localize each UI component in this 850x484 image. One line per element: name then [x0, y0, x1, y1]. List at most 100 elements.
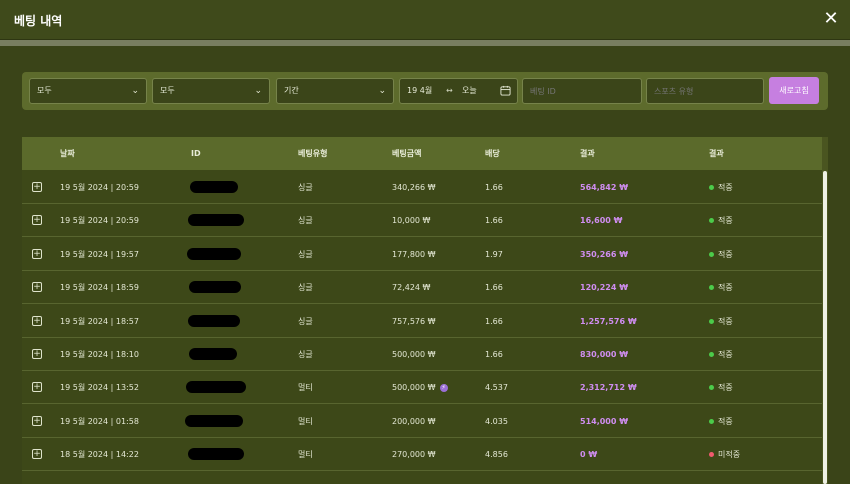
redacted-bet-id	[189, 348, 237, 360]
row-payout: 514,000 ₩	[580, 416, 629, 426]
bolt-badge-icon: ⚡	[439, 383, 448, 392]
filter-select-1[interactable]: 모두 ⌄	[29, 78, 147, 104]
row-payout: 830,000 ₩	[580, 350, 629, 359]
row-status-label: 적중	[718, 183, 733, 192]
row-status-label: 적중	[718, 216, 733, 226]
row-payout: 120,224 ₩	[580, 283, 629, 293]
row-stake-value: 177,800 ₩	[392, 249, 436, 259]
redacted-bet-id	[186, 381, 246, 394]
calendar-icon[interactable]	[500, 85, 511, 96]
row-odds: 4.035	[485, 416, 508, 426]
expand-plus-icon[interactable]: +	[32, 349, 42, 359]
chevron-down-icon: ⌄	[254, 86, 262, 96]
period-select[interactable]: 기간 ⌄	[276, 78, 394, 104]
bet-id-input[interactable]	[522, 78, 642, 104]
expand-plus-icon[interactable]: +	[32, 382, 42, 393]
refresh-button[interactable]: 새로고침	[769, 77, 819, 104]
redacted-bet-id	[185, 414, 243, 427]
row-bet-type: 멀티	[298, 383, 313, 393]
table-row[interactable]: +19 5월 2024 | 18:10 싱글 500,000 ₩ 1.66 830,00…	[22, 338, 822, 371]
expand-plus-icon[interactable]: +	[32, 282, 42, 293]
period-select-value: 기간	[284, 86, 299, 95]
scrollbar-thumb[interactable]	[823, 171, 827, 484]
status-dot-icon	[709, 285, 714, 291]
table-row[interactable]: +19 5월 2024 | 18:57 싱글 757,576 ₩ 1.66 1,257,…	[22, 305, 822, 338]
redacted-bet-id	[190, 181, 238, 193]
row-payout: 350,266 ₩	[580, 249, 629, 259]
row-stake: 757,576 ₩	[392, 305, 436, 338]
expand-plus-icon[interactable]: +	[32, 415, 42, 426]
row-status: 적중	[709, 371, 733, 404]
row-date: 19 5월 2024 | 19:57	[60, 249, 139, 259]
table-row[interactable]: +19 5월 2024 | 19:57 싱글 177,800 ₩ 1.97 350,26…	[22, 238, 822, 271]
table-row[interactable]: +18 5월 2024 | 14:22 멀티 270,000 ₩ 4.856 0 ₩ 미적…	[22, 438, 822, 472]
row-stake: 500,000 ₩ ⚡	[392, 371, 448, 404]
modal-title: 베팅 내역	[14, 14, 63, 28]
status-dot-icon	[709, 352, 714, 357]
table-row[interactable]: +19 5월 2024 | 13:52 멀티 500,000 ₩ ⚡ 4.537 2,31…	[22, 371, 822, 405]
table-row[interactable]: +19 5월 2024 | 01:58 멀티 200,000 ₩ 4.035 514,0…	[22, 405, 822, 438]
row-stake: 72,424 ₩	[392, 271, 430, 304]
row-date: 19 5월 2024 | 13:52	[60, 383, 139, 393]
header-date: 날짜	[60, 149, 75, 158]
header-id: ID	[191, 149, 201, 158]
expand-plus-icon[interactable]: +	[32, 248, 42, 259]
filter-bar: 모두 ⌄ 모두 ⌄ 기간 ⌄ 19 4월 ↔ 오늘 새로고침	[22, 72, 828, 110]
row-payout: 16,600 ₩	[580, 216, 623, 226]
row-status: 적중	[709, 305, 733, 338]
bet-history-table: 날짜 ID 베팅유형 베팅금액 배당 결과 결과 +19 5월 2024 | 2…	[22, 137, 828, 484]
status-dot-icon	[709, 318, 714, 324]
row-status: 적중	[709, 171, 733, 204]
sport-type-input[interactable]	[646, 78, 764, 104]
row-date: 19 5월 2024 | 18:57	[60, 316, 139, 326]
row-status-label: 적중	[718, 249, 733, 259]
row-stake-value: 757,576 ₩	[392, 316, 436, 326]
redacted-bet-id	[189, 281, 241, 294]
redacted-bet-id	[188, 448, 244, 461]
row-odds: 4.537	[485, 383, 508, 393]
row-stake: 200,000 ₩	[392, 405, 436, 438]
row-bet-type: 멀티	[298, 416, 313, 426]
expand-plus-icon[interactable]: +	[32, 215, 42, 226]
row-bet-type: 싱글	[298, 183, 313, 192]
table-row[interactable]: +19 5월 2024 | 20:59 싱글 10,000 ₩ 1.66 16,600 …	[22, 204, 822, 238]
filter-select-2[interactable]: 모두 ⌄	[152, 78, 270, 104]
chevron-down-icon: ⌄	[131, 86, 139, 96]
header-odds: 배당	[485, 149, 500, 158]
header-payout: 결과	[580, 149, 595, 158]
expand-plus-icon[interactable]: +	[32, 315, 42, 326]
row-payout: 564,842 ₩	[580, 183, 629, 192]
table-header: 날짜 ID 베팅유형 베팅금액 배당 결과 결과	[22, 137, 828, 170]
redacted-bet-id	[188, 214, 244, 227]
row-stake-value: 500,000 ₩	[392, 383, 436, 393]
row-odds: 1.66	[485, 316, 503, 326]
row-status: 적중	[709, 338, 733, 371]
chevron-down-icon: ⌄	[378, 86, 386, 96]
range-arrow-icon: ↔	[446, 86, 453, 95]
expand-plus-icon[interactable]: +	[32, 449, 42, 460]
close-icon[interactable]: ✕	[822, 10, 840, 28]
redacted-bet-id	[187, 247, 241, 260]
row-stake: 177,800 ₩	[392, 238, 436, 271]
row-date: 19 5월 2024 | 20:59	[60, 183, 139, 192]
filter-select-2-value: 모두	[160, 86, 175, 95]
table-row[interactable]: +19 5월 2024 | 20:59 싱글 340,266 ₩ 1.66 564,84…	[22, 171, 822, 204]
row-date: 18 5월 2024 | 14:22	[60, 450, 139, 460]
header-bet-type: 베팅유형	[298, 149, 328, 158]
row-odds: 1.66	[485, 350, 503, 359]
table-row[interactable]: +19 5월 2024 | 18:59 싱글 72,424 ₩ 1.66 120,224…	[22, 271, 822, 305]
row-status-label: 적중	[718, 383, 733, 393]
row-date: 19 5월 2024 | 18:59	[60, 283, 139, 293]
row-stake-value: 500,000 ₩	[392, 350, 436, 359]
row-stake-value: 270,000 ₩	[392, 450, 436, 460]
expand-plus-icon[interactable]: +	[32, 182, 42, 192]
row-payout: 2,312,712 ₩	[580, 383, 637, 393]
row-stake: 10,000 ₩	[392, 204, 430, 237]
row-bet-type: 싱글	[298, 216, 313, 226]
date-range-picker[interactable]: 19 4월 ↔ 오늘	[399, 78, 518, 104]
redacted-bet-id	[188, 314, 240, 327]
row-stake: 340,266 ₩	[392, 171, 436, 204]
row-status-label: 적중	[718, 283, 733, 293]
header-status: 결과	[709, 149, 724, 158]
status-dot-icon	[709, 452, 714, 458]
